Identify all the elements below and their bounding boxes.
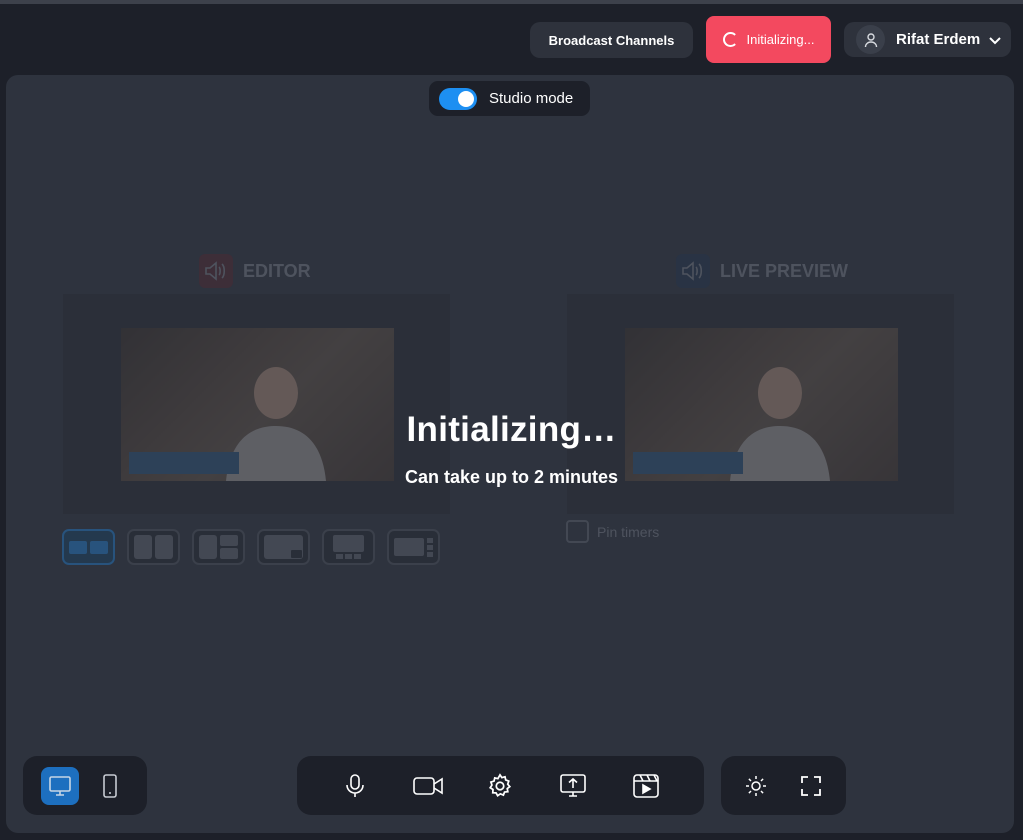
- fullscreen-icon: [801, 775, 821, 796]
- spinner-icon: [722, 32, 738, 47]
- camera-icon: [413, 776, 443, 795]
- live-preview-title: LIVE PREVIEW: [720, 260, 849, 281]
- pin-timers-option[interactable]: Pin timers: [566, 520, 659, 543]
- layout-two-split[interactable]: [127, 529, 180, 565]
- view-controls-toolbar: [721, 756, 846, 815]
- broadcast-channels-button[interactable]: Broadcast Channels: [530, 22, 693, 58]
- microphone-button[interactable]: [335, 766, 375, 806]
- brightness-icon: [746, 775, 766, 796]
- settings-button[interactable]: [480, 766, 520, 806]
- layout-grid-three[interactable]: [192, 529, 245, 565]
- brightness-button[interactable]: [736, 766, 776, 806]
- studio-mode-label: Studio mode: [489, 90, 574, 107]
- toggle-knob: [458, 90, 474, 107]
- initializing-subtitle: Can take up to 2 minutes: [404, 467, 619, 487]
- media-clip-icon: [632, 773, 659, 798]
- window-top-border: [0, 0, 1023, 4]
- settings-gear-icon: [489, 772, 512, 797]
- editor-video-feed: [121, 328, 394, 481]
- layout-picker: [62, 529, 440, 565]
- avatar: [856, 25, 885, 54]
- desktop-icon: [49, 775, 71, 796]
- layout-thumbs-icon: [333, 535, 364, 559]
- user-menu-button[interactable]: Rifat Erdem: [844, 22, 1011, 57]
- studio-mode-switch[interactable]: Studio mode: [429, 81, 590, 116]
- initializing-title: Initializing…: [406, 410, 617, 449]
- fullscreen-button[interactable]: [791, 766, 831, 806]
- mobile-icon: [103, 773, 117, 798]
- media-clip-button[interactable]: [626, 766, 666, 806]
- layout-side-by-side[interactable]: [62, 529, 115, 565]
- live-preview-heading: LIVE PREVIEW: [676, 254, 848, 288]
- layout-grid-three-icon: [199, 535, 238, 559]
- share-screen-icon: [560, 773, 586, 797]
- user-icon: [864, 32, 877, 47]
- speaker-icon[interactable]: [199, 254, 233, 288]
- layout-single-with-sidebar[interactable]: [387, 529, 440, 565]
- layout-pip-icon: [264, 535, 303, 559]
- microphone-icon: [346, 773, 365, 797]
- studio-mode-toggle[interactable]: [439, 87, 477, 110]
- editor-heading: EDITOR: [199, 254, 311, 288]
- camera-button[interactable]: [408, 766, 448, 806]
- mobile-view-button[interactable]: [91, 767, 129, 805]
- live-video-feed: [625, 328, 898, 481]
- broadcast-channels-label: Broadcast Channels: [548, 32, 675, 48]
- pin-timers-label: Pin timers: [597, 523, 660, 540]
- initializing-status-label: Initializing...: [746, 32, 815, 47]
- share-screen-button[interactable]: [553, 766, 593, 806]
- media-controls-toolbar: [297, 756, 704, 815]
- initializing-status-button[interactable]: Initializing...: [706, 16, 831, 63]
- layout-side-by-side-icon: [69, 541, 108, 554]
- chevron-down-icon: [988, 33, 1002, 47]
- pin-timers-checkbox[interactable]: [566, 520, 589, 543]
- layout-sidebar-icon: [394, 538, 433, 557]
- layout-picture-in-picture[interactable]: [257, 529, 310, 565]
- layout-two-split-icon: [134, 535, 173, 559]
- device-view-toolbar: [23, 756, 147, 815]
- speaker-icon[interactable]: [676, 254, 710, 288]
- desktop-view-button[interactable]: [41, 766, 79, 805]
- user-name: Rifat Erdem: [896, 31, 981, 48]
- layout-single-with-thumbs[interactable]: [322, 529, 375, 565]
- editor-title: EDITOR: [243, 260, 311, 281]
